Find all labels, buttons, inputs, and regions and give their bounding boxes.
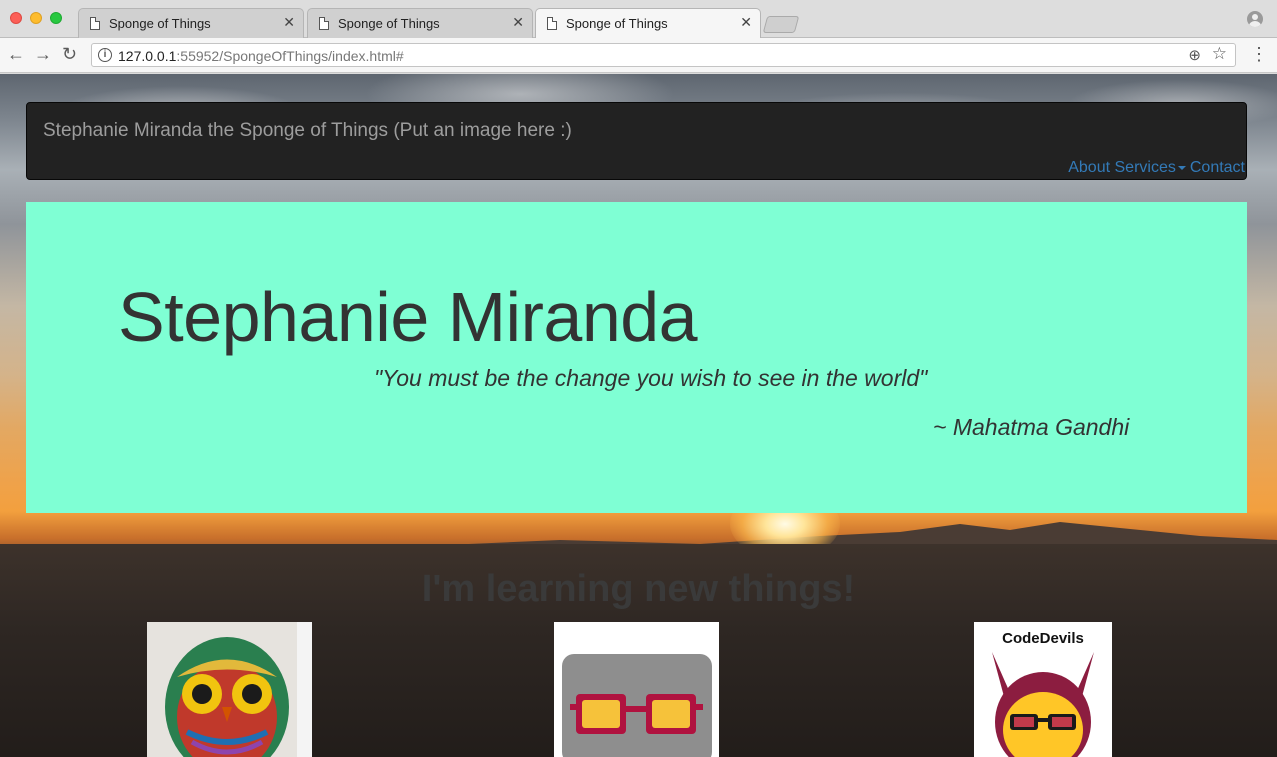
browser-toolbar: ← → ↻ i 127.0.0.1:55952/SpongeOfThings/i…: [0, 38, 1277, 73]
learning-section-heading: I'm learning new things!: [421, 568, 856, 610]
back-arrow-icon[interactable]: ←: [7, 44, 25, 64]
jumbotron-quote-author: ~ Mahatma Gandhi: [933, 414, 1130, 440]
devil-illustration: [992, 652, 1094, 757]
url-text[interactable]: 127.0.0.1:55952/SpongeOfThings/index.htm…: [118, 48, 404, 64]
owl-illustration: [147, 622, 312, 757]
browser-menu-icon[interactable]: ⋮: [1250, 44, 1268, 64]
document-icon: [90, 17, 100, 30]
document-icon: [547, 17, 557, 30]
tab-title: Sponge of Things: [109, 16, 211, 31]
close-icon[interactable]: ✕: [512, 15, 524, 29]
window-maximize-button[interactable]: [50, 12, 62, 24]
glasses-logo-image: [554, 622, 719, 757]
window-minimize-button[interactable]: [30, 12, 42, 24]
navbar-brand[interactable]: Stephanie Miranda the Sponge of Things (…: [43, 120, 572, 142]
tab-title: Sponge of Things: [566, 16, 668, 31]
reload-icon[interactable]: ↻: [62, 44, 77, 64]
close-icon[interactable]: ✕: [283, 15, 295, 29]
info-icon[interactable]: i: [98, 48, 112, 62]
bookmark-star-icon[interactable]: ☆: [1212, 44, 1227, 64]
url-path: :55952/SpongeOfThings/index.html#: [176, 48, 404, 64]
zoom-icon[interactable]: ⊕: [1188, 46, 1201, 64]
browser-tab-3-active[interactable]: Sponge of Things ✕: [535, 8, 761, 39]
forward-arrow-icon[interactable]: →: [34, 44, 52, 64]
browser-tab-2[interactable]: Sponge of Things ✕: [307, 8, 533, 38]
jumbotron-quote: "You must be the change you wish to see …: [374, 365, 928, 391]
browser-titlebar: Sponge of Things ✕ Sponge of Things ✕ Sp…: [0, 0, 1277, 39]
close-icon[interactable]: ✕: [740, 15, 752, 29]
jumbotron: Stephanie Miranda "You must be the chang…: [26, 202, 1247, 513]
nav-link-about[interactable]: About: [1068, 159, 1110, 176]
glasses-illustration: [554, 622, 719, 757]
document-icon: [319, 17, 329, 30]
nav-link-contact[interactable]: Contact: [1190, 159, 1245, 176]
page-viewport: Stephanie Miranda the Sponge of Things (…: [0, 74, 1277, 757]
codedevils-logo-image: CodeDevils: [974, 622, 1112, 757]
window-close-button[interactable]: [10, 12, 22, 24]
nav-dropdown-services[interactable]: Services: [1115, 159, 1190, 176]
address-bar[interactable]: i 127.0.0.1:55952/SpongeOfThings/index.h…: [91, 43, 1236, 67]
owl-mural-image: [147, 622, 312, 757]
profile-icon[interactable]: [1247, 11, 1263, 27]
url-host: 127.0.0.1: [118, 48, 177, 64]
navbar-links: About Services Contact: [1068, 159, 1245, 177]
tab-title: Sponge of Things: [338, 16, 440, 31]
site-navbar: Stephanie Miranda the Sponge of Things (…: [26, 102, 1247, 180]
browser-tab-1[interactable]: Sponge of Things ✕: [78, 8, 304, 38]
nav-link-services-label: Services: [1114, 159, 1176, 176]
jumbotron-title: Stephanie Miranda: [118, 278, 698, 356]
new-tab-button[interactable]: [762, 16, 800, 33]
caret-down-icon: [1177, 165, 1186, 170]
